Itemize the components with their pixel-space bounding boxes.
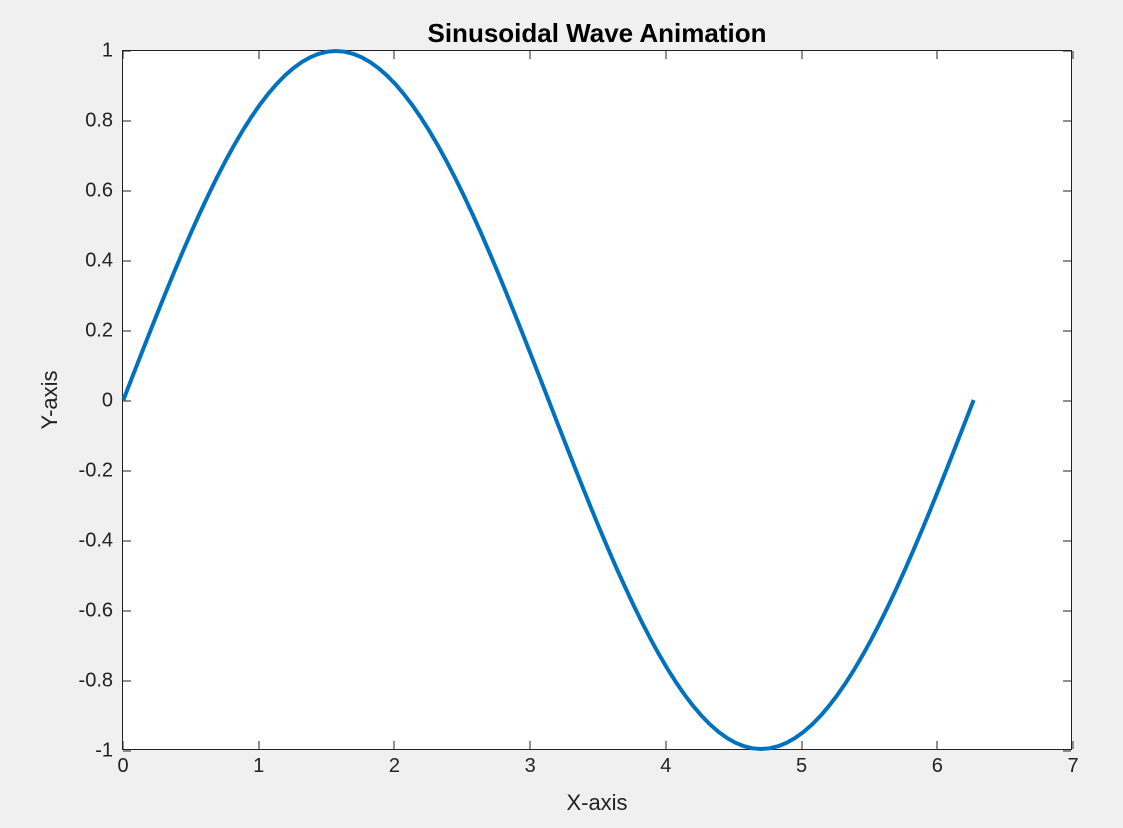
y-tick-mark [123,611,131,612]
x-tick-mark [665,741,666,749]
y-tick-mark [123,401,131,402]
y-tick-label: -0.6 [79,600,113,623]
y-tick-mark [123,121,131,122]
y-tick-mark [1063,751,1071,752]
figure-background: Sinusoidal Wave Animation 01234567-1-0.8… [0,0,1123,828]
y-tick-mark [1063,331,1071,332]
y-tick-label: 0 [102,390,113,413]
x-tick-label: 6 [932,755,943,778]
x-tick-mark [394,51,395,59]
y-tick-mark [123,541,131,542]
x-tick-mark [1073,51,1074,59]
y-tick-mark [1063,401,1071,402]
x-tick-mark [665,51,666,59]
y-tick-mark [1063,191,1071,192]
y-tick-mark [1063,471,1071,472]
x-tick-mark [123,51,124,59]
y-tick-label: 0.8 [85,110,113,133]
y-tick-mark [123,191,131,192]
axes: 01234567-1-0.8-0.6-0.4-0.200.20.40.60.81 [122,50,1072,750]
x-tick-mark [801,741,802,749]
x-tick-mark [530,51,531,59]
y-tick-mark [1063,681,1071,682]
x-tick-mark [123,741,124,749]
x-tick-label: 4 [660,755,671,778]
y-tick-label: 0.6 [85,180,113,203]
y-tick-label: 0.2 [85,320,113,343]
x-tick-mark [258,51,259,59]
chart-title: Sinusoidal Wave Animation [427,18,766,49]
x-tick-label: 1 [253,755,264,778]
x-tick-label: 0 [117,755,128,778]
x-tick-mark [530,741,531,749]
x-tick-label: 3 [525,755,536,778]
x-tick-label: 5 [796,755,807,778]
y-tick-label: 1 [102,40,113,63]
x-tick-mark [801,51,802,59]
y-tick-mark [123,51,131,52]
x-tick-label: 7 [1067,755,1078,778]
plot-canvas [123,51,1071,749]
x-tick-label: 2 [389,755,400,778]
y-tick-mark [1063,541,1071,542]
y-axis-label: Y-axis [37,370,63,429]
y-tick-label: -0.4 [79,530,113,553]
x-tick-mark [937,51,938,59]
y-tick-mark [1063,51,1071,52]
series-line [123,51,973,749]
y-tick-mark [123,261,131,262]
x-tick-mark [394,741,395,749]
y-tick-label: -0.8 [79,670,113,693]
y-tick-mark [123,681,131,682]
y-tick-mark [123,751,131,752]
x-tick-mark [937,741,938,749]
y-tick-label: 0.4 [85,250,113,273]
y-tick-mark [1063,121,1071,122]
y-tick-mark [123,331,131,332]
x-tick-mark [1073,741,1074,749]
y-tick-mark [1063,261,1071,262]
y-tick-mark [123,471,131,472]
y-tick-label: -1 [95,740,113,763]
y-tick-label: -0.2 [79,460,113,483]
x-tick-mark [258,741,259,749]
x-axis-label: X-axis [566,790,627,816]
y-tick-mark [1063,611,1071,612]
